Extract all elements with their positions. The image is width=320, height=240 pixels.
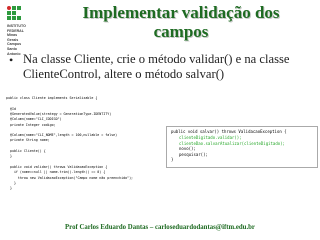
bullet-text: Na classe Cliente, crie o método validar…: [23, 52, 290, 81]
code-line: public void salvar() throws ValidacaoExc…: [171, 129, 287, 134]
code-line: clienteDao.salvarAtualizar(clienteDigita…: [179, 140, 285, 146]
institution-logo: INSTITUTO FEDERAL Minas Gerais Campus Sa…: [7, 6, 39, 56]
code-line: }: [171, 157, 174, 162]
slide: INSTITUTO FEDERAL Minas Gerais Campus Sa…: [0, 0, 320, 240]
bullet-dot-icon: •: [9, 53, 14, 67]
code-line: pesquisar();: [179, 151, 208, 157]
code-line: private String nome;: [6, 138, 50, 143]
slide-title: Implementar validação dos campos: [46, 3, 316, 41]
code-line: clienteDigitado.validar();: [179, 135, 242, 140]
code-line: public class Cliente implements Serializ…: [6, 96, 98, 100]
code-line: throw new ValidacaoException("Campo nome…: [6, 175, 134, 180]
slide-footer: Prof Carlos Eduardo Dantas – carloseduar…: [65, 224, 255, 231]
code-line: }: [6, 154, 12, 159]
slide-title-line1: Implementar validação dos: [82, 3, 280, 22]
code-line: private Integer codigo;: [6, 122, 56, 127]
logo-grid-icon: [7, 6, 21, 22]
slide-title-line2: campos: [153, 22, 209, 41]
bullet-item: • Na classe Cliente, crie o método valid…: [9, 52, 311, 82]
code-line: }: [6, 186, 12, 191]
code-listing-salvar: public void salvar() throws ValidacaoExc…: [166, 126, 318, 168]
code-line: novo();: [179, 146, 196, 151]
